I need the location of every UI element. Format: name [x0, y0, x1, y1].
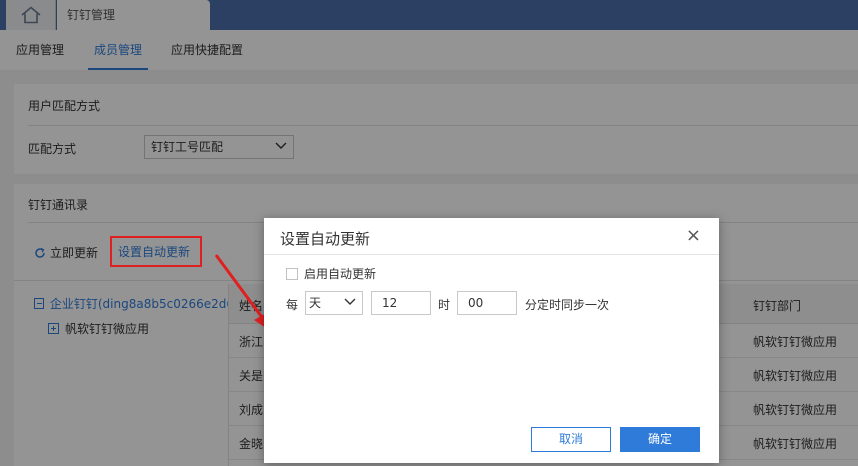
hour-label: 时	[438, 298, 451, 312]
enable-auto-update-label: 启用自动更新	[304, 267, 377, 281]
enable-auto-update-checkbox[interactable]	[286, 267, 298, 280]
auto-update-dialog: 设置自动更新 × 启用自动更新 每 天 12 时 00 分定时同步一次 取消 确…	[264, 218, 719, 463]
frequency-unit-value: 天	[309, 296, 322, 310]
cancel-button[interactable]: 取消	[531, 427, 611, 452]
dialog-title: 设置自动更新	[280, 230, 371, 248]
divider	[264, 254, 719, 255]
minute-input[interactable]: 00	[457, 291, 517, 315]
every-label: 每	[286, 298, 299, 312]
hour-input[interactable]: 12	[371, 291, 431, 315]
chevron-down-icon	[344, 298, 356, 305]
annotation-highlight-box	[110, 236, 202, 267]
confirm-button[interactable]: 确定	[620, 427, 700, 452]
close-icon[interactable]: ×	[686, 227, 701, 245]
enable-auto-update-row[interactable]: 启用自动更新	[286, 265, 376, 282]
frequency-unit-select[interactable]: 天	[305, 291, 363, 315]
sync-suffix-label: 分定时同步一次	[525, 298, 610, 312]
